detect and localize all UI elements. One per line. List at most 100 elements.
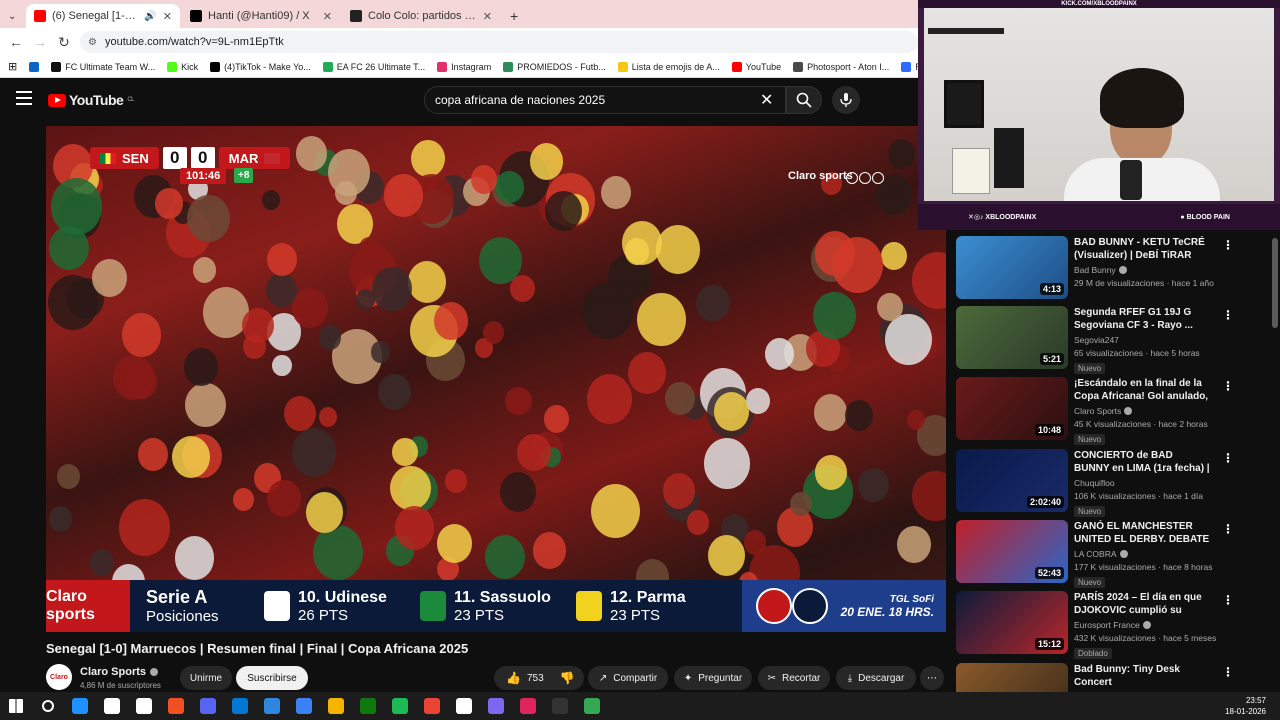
scrollbar[interactable] <box>1272 238 1278 328</box>
like-button[interactable]: 👍 753 <box>506 671 544 685</box>
video-thumbnail[interactable]: 52:43 <box>956 520 1068 583</box>
more-vertical-icon[interactable]: ⋮ <box>1222 238 1234 252</box>
recommended-video[interactable]: Bad Bunny: Tiny Desk ConcertNPR Music⋮ <box>956 663 1272 692</box>
subscribe-button[interactable]: Suscribirse <box>236 666 308 690</box>
close-tab-icon[interactable]: ✕ <box>483 10 492 23</box>
share-button[interactable]: ↗ Compartir <box>588 666 668 690</box>
recommended-video[interactable]: 2:02:40 CONCIERTO de BAD BUNNY en LIMA (1… <box>956 449 1272 517</box>
bookmark-item[interactable]: FC Ultimate Team W... <box>51 61 155 72</box>
bookmark-item[interactable]: PROMIEDOS - Futb... <box>503 61 606 72</box>
hamburger-menu-icon[interactable] <box>16 91 32 107</box>
clip-button[interactable]: ✂ Recortar <box>758 666 830 690</box>
bookmark-item[interactable]: (4)TikTok - Make Yo... <box>210 61 311 72</box>
new-tab-icon[interactable]: + <box>502 4 526 28</box>
taskbar-app[interactable] <box>512 692 544 720</box>
recommended-channel[interactable]: Eurosport France <box>1074 620 1210 630</box>
tab-search-button[interactable]: ⌄ <box>0 4 26 28</box>
more-vertical-icon[interactable]: ⋮ <box>1222 522 1234 536</box>
site-info-icon[interactable]: ⚙ <box>88 37 97 48</box>
video-thumbnail[interactable] <box>956 663 1068 692</box>
video-thumbnail[interactable]: 5:21 <box>956 306 1068 369</box>
channel-avatar[interactable]: Claro <box>46 664 72 690</box>
start-button[interactable] <box>0 692 32 720</box>
audio-icon[interactable]: 🔊 <box>144 11 156 22</box>
video-thumbnail[interactable]: 15:12 <box>956 591 1068 654</box>
taskbar-search-button[interactable] <box>32 692 64 720</box>
more-vertical-icon[interactable]: ⋮ <box>1222 451 1234 465</box>
youtube-logo[interactable]: YouTube CL <box>48 92 134 108</box>
clear-search-icon[interactable]: ✕ <box>760 90 773 110</box>
video-player[interactable]: SEN 0 0 MAR 101:46 +8 Claro sports Claro… <box>46 126 946 632</box>
bookmark-linkedin[interactable] <box>29 61 40 72</box>
bookmark-item[interactable]: Lista de emojis de A... <box>617 61 720 72</box>
recommended-channel[interactable]: Segovia247 <box>1074 335 1210 345</box>
taskbar-app[interactable] <box>320 692 352 720</box>
crowd-figure <box>407 261 446 303</box>
recommended-title[interactable]: GANÓ EL MANCHESTER UNITED EL DERBY. DEBA… <box>1074 520 1210 546</box>
more-vertical-icon[interactable]: ⋮ <box>1222 308 1234 322</box>
recommended-title[interactable]: Bad Bunny: Tiny Desk Concert <box>1074 663 1210 689</box>
close-tab-icon[interactable]: ✕ <box>163 10 172 23</box>
recommended-channel[interactable]: Claro Sports <box>1074 406 1210 416</box>
recommended-title[interactable]: BAD BUNNY - KETU TeCRÉ (Visualizer) | De… <box>1074 236 1210 262</box>
more-vertical-icon[interactable]: ⋮ <box>1222 665 1234 679</box>
search-input[interactable]: copa africana de naciones 2025 <box>424 86 786 114</box>
dislike-button[interactable]: 👎 <box>560 671 575 685</box>
bookmark-item[interactable]: Kick <box>167 61 198 72</box>
join-button[interactable]: Unirme <box>180 666 232 690</box>
recommended-channel[interactable]: Bad Bunny <box>1074 265 1210 275</box>
taskbar-app[interactable] <box>256 692 288 720</box>
recommended-video[interactable]: 52:43 GANÓ EL MANCHESTER UNITED EL DERBY.… <box>956 520 1272 588</box>
recommended-title[interactable]: CONCIERTO de BAD BUNNY en LIMA (1ra fech… <box>1074 449 1210 475</box>
close-tab-icon[interactable]: ✕ <box>323 10 332 23</box>
url-field[interactable]: ⚙ youtube.com/watch?v=9L-nm1EpTtk <box>80 31 918 53</box>
forward-icon[interactable]: → <box>28 30 52 54</box>
more-vertical-icon[interactable]: ⋮ <box>1222 593 1234 607</box>
search-button[interactable] <box>786 86 822 114</box>
recommended-video[interactable]: 15:12 PARÍS 2024 – El día en que DJOKOVIC… <box>956 591 1272 659</box>
recommended-title[interactable]: PARÍS 2024 – El día en que DJOKOVIC cump… <box>1074 591 1210 617</box>
reload-icon[interactable]: ↻ <box>52 30 76 54</box>
taskbar-app[interactable] <box>64 692 96 720</box>
bookmark-item[interactable]: Photosport - Aton I... <box>793 61 889 72</box>
bookmark-item[interactable]: YouTube <box>731 61 781 72</box>
recommended-video[interactable]: 5:21 Segunda RFEF G1 19J G Segoviana CF 3… <box>956 306 1272 374</box>
taskbar-app[interactable] <box>224 692 256 720</box>
taskbar-app[interactable] <box>544 692 576 720</box>
download-button[interactable]: ⤓ Descargar <box>836 666 916 690</box>
back-icon[interactable]: ← <box>4 30 28 54</box>
taskbar-app[interactable] <box>576 692 608 720</box>
taskbar-app[interactable] <box>128 692 160 720</box>
more-actions-button[interactable]: ⋯ <box>920 666 944 690</box>
recommended-title[interactable]: Segunda RFEF G1 19J G Segoviana CF 3 - R… <box>1074 306 1210 332</box>
recommended-title[interactable]: ¡Escándalo en la final de la Copa Africa… <box>1074 377 1210 403</box>
tab-active[interactable]: (6) Senegal [1-0] Marruecos 🔊 ✕ <box>26 4 180 28</box>
bookmark-item[interactable]: Restream <box>901 61 918 72</box>
ask-button[interactable]: ✦ Preguntar <box>674 666 752 690</box>
recommended-channel[interactable]: LA COBRA <box>1074 549 1210 559</box>
video-thumbnail[interactable]: 4:13 <box>956 236 1068 299</box>
recommended-video[interactable]: 10:48 ¡Escándalo en la final de la Copa A… <box>956 377 1272 445</box>
recommended-channel[interactable]: Chuquifloo <box>1074 478 1210 488</box>
tab-colo-colo[interactable]: Colo Colo: partidos en vivo y últ ✕ <box>342 4 500 28</box>
more-vertical-icon[interactable]: ⋮ <box>1222 379 1234 393</box>
voice-search-button[interactable] <box>832 86 860 114</box>
taskbar-app[interactable] <box>480 692 512 720</box>
recommended-video[interactable]: 4:13 BAD BUNNY - KETU TeCRÉ (Visualizer) … <box>956 236 1272 304</box>
taskbar-app[interactable] <box>192 692 224 720</box>
apps-grid-icon[interactable]: ⊞ <box>8 60 17 73</box>
tab-x[interactable]: Hanti (@Hanti09) / X ✕ <box>182 4 340 28</box>
channel-name[interactable]: Claro Sports <box>80 666 159 678</box>
taskbar-app[interactable] <box>288 692 320 720</box>
system-clock[interactable]: 23:57 18-01-2026 <box>1225 695 1266 717</box>
taskbar-app[interactable] <box>160 692 192 720</box>
bookmark-item[interactable]: EA FC 26 Ultimate T... <box>322 61 425 72</box>
video-thumbnail[interactable]: 10:48 <box>956 377 1068 440</box>
taskbar-app[interactable] <box>416 692 448 720</box>
taskbar-app[interactable] <box>352 692 384 720</box>
taskbar-app[interactable] <box>448 692 480 720</box>
taskbar-app[interactable] <box>384 692 416 720</box>
video-thumbnail[interactable]: 2:02:40 <box>956 449 1068 512</box>
taskbar-app[interactable] <box>96 692 128 720</box>
bookmark-item[interactable]: Instagram <box>437 61 491 72</box>
